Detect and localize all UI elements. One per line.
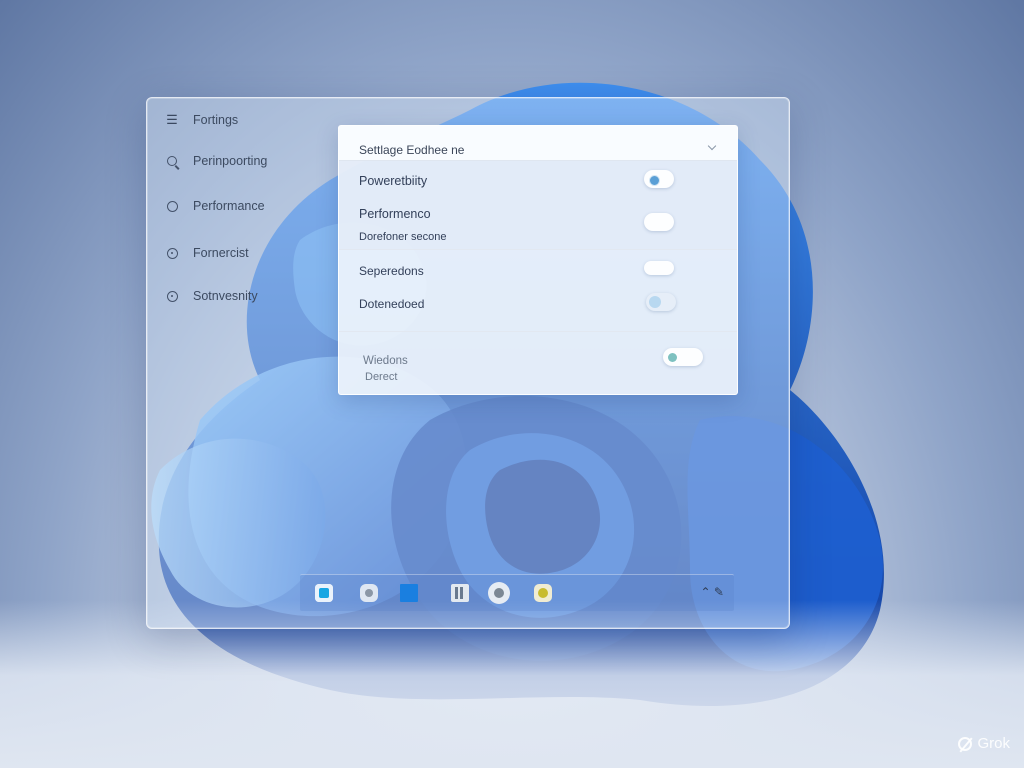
row-sublabel-wiedons: Derect bbox=[365, 371, 398, 383]
row-label-seperedons: Seperedons bbox=[359, 264, 424, 278]
row-sublabel-performenco: Dorefoner secone bbox=[359, 231, 447, 243]
panel-header[interactable]: Settlage Eodhee ne bbox=[339, 126, 737, 161]
sidebar: ☰ Fortings Perinpoorting Performance For… bbox=[147, 98, 327, 328]
panel-section-secondary: Seperedons Dotenedoed bbox=[339, 250, 737, 330]
settings-panel: Settlage Eodhee ne Poweretbiity Performe… bbox=[338, 125, 738, 395]
target-icon bbox=[165, 289, 179, 303]
chevron-down-icon[interactable] bbox=[707, 141, 717, 151]
menu-icon: ☰ bbox=[166, 112, 178, 127]
search-icon bbox=[165, 154, 179, 168]
grok-logo-icon bbox=[958, 736, 973, 751]
search-icon[interactable] bbox=[360, 584, 378, 602]
sidebar-item-label: Performance bbox=[193, 199, 265, 213]
file-explorer-icon[interactable] bbox=[451, 584, 469, 602]
row-label-performenco: Performenco bbox=[359, 207, 431, 221]
row-label-wiedons: Wiedons bbox=[363, 355, 408, 367]
watermark-label: Grok bbox=[977, 735, 1010, 752]
panel-section-footer: Wiedons Derect bbox=[339, 331, 737, 395]
browser-icon[interactable] bbox=[488, 582, 510, 604]
toggle-dotenedoed[interactable] bbox=[646, 293, 676, 311]
panel-title: Settlage Eodhee ne bbox=[359, 143, 465, 157]
system-tray[interactable]: ⌃ ✎ bbox=[701, 585, 724, 599]
start-icon[interactable] bbox=[315, 584, 333, 602]
sidebar-item-perinpoorting[interactable]: Perinpoorting bbox=[165, 154, 267, 168]
toggle-poweretbiity[interactable] bbox=[644, 170, 674, 188]
sidebar-item-label: Fortings bbox=[193, 113, 239, 127]
sidebar-item-fornercist[interactable]: Fornercist bbox=[165, 246, 249, 260]
toggle-wiedons[interactable] bbox=[663, 348, 703, 366]
sidebar-item-label: Perinpoorting bbox=[193, 154, 268, 168]
toggle-performenco[interactable] bbox=[644, 213, 674, 231]
row-label-dotenedoed: Dotenedoed bbox=[359, 297, 425, 311]
toggle-seperedons[interactable] bbox=[644, 261, 674, 275]
info-circle-icon bbox=[165, 246, 179, 260]
circle-icon bbox=[165, 199, 179, 213]
sidebar-item-label: Fornercist bbox=[193, 246, 249, 260]
sidebar-item-sotnvesnity[interactable]: Sotnvesnity bbox=[165, 289, 258, 303]
sidebar-item-fortings[interactable]: ☰ Fortings bbox=[165, 112, 239, 127]
panel-section-primary: Poweretbiity Performenco Dorefoner secon… bbox=[339, 161, 737, 250]
store-icon[interactable] bbox=[534, 584, 552, 602]
sidebar-item-label: Sotnvesnity bbox=[193, 289, 258, 303]
watermark: Grok bbox=[958, 735, 1010, 752]
row-label-poweretbiity: Poweretbiity bbox=[359, 174, 428, 188]
sidebar-item-performance[interactable]: Performance bbox=[165, 199, 265, 213]
widgets-icon[interactable] bbox=[400, 584, 418, 602]
taskbar: ⌃ ✎ bbox=[300, 574, 734, 611]
